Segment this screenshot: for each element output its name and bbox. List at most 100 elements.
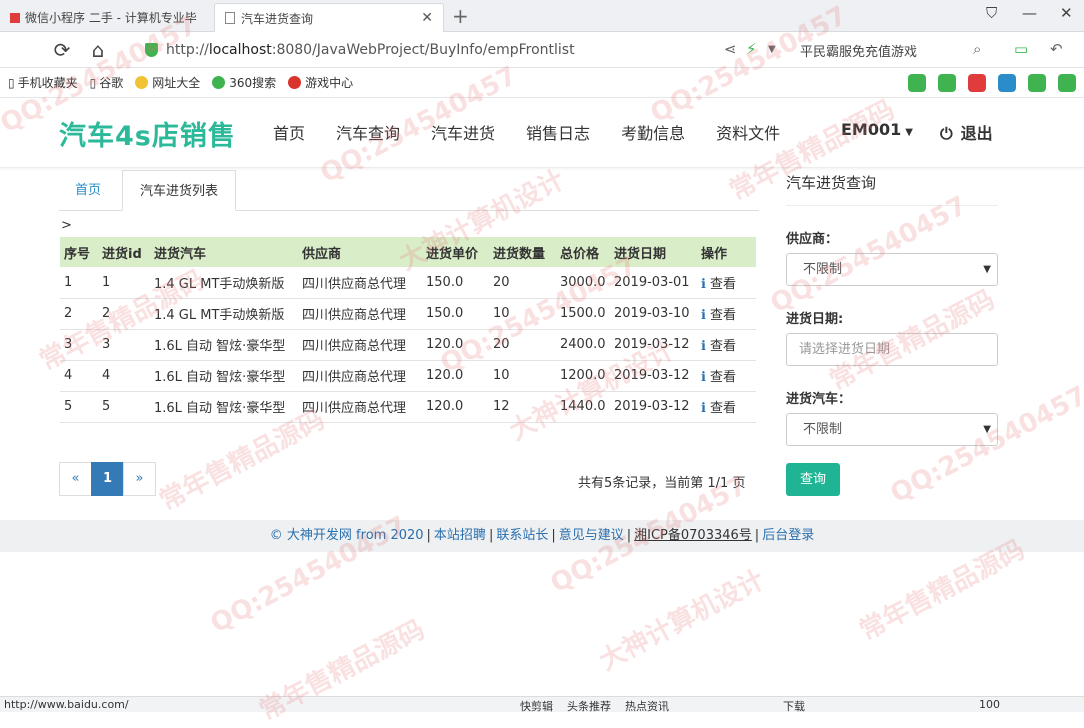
close-window-icon[interactable]: ✕ <box>1060 4 1073 22</box>
col-unit-price: 进货单价 <box>422 237 489 267</box>
view-link[interactable]: ℹ 查看 <box>697 360 756 392</box>
search-tool-icon[interactable] <box>998 74 1016 92</box>
supplier-select[interactable]: 不限制 ▼ <box>786 253 998 286</box>
status-url: http://www.baidu.com/ <box>4 698 129 711</box>
footer-icp-link[interactable]: 湘ICP备0703346号 <box>634 528 752 543</box>
query-button[interactable]: 查询 <box>786 463 840 496</box>
bookmark-google[interactable]: ▯ 谷歌 <box>90 74 124 91</box>
bookmark-label: 360搜索 <box>229 76 277 90</box>
view-link[interactable]: ℹ 查看 <box>697 391 756 423</box>
secure-shield-icon <box>145 43 158 57</box>
car-select[interactable]: 不限制 ▼ <box>786 413 998 446</box>
menu-attendance[interactable]: 考勤信息 <box>621 120 685 144</box>
pager-page-1[interactable]: 1 <box>91 462 124 496</box>
user-dropdown[interactable]: EM001 ▼ <box>841 120 913 139</box>
bookmark-mobile[interactable]: ▯ 手机收藏夹 <box>8 74 78 91</box>
gamepad-icon[interactable] <box>1028 74 1046 92</box>
breadcrumb-home[interactable]: 首页 <box>75 170 101 211</box>
currency-icon[interactable] <box>1058 74 1076 92</box>
col-id: 进货id <box>98 237 150 267</box>
tab-2-label: 汽车进货查询 <box>241 11 314 26</box>
breadcrumb-marker: > <box>61 218 72 233</box>
reload-icon[interactable]: ⟳ <box>50 38 74 62</box>
table-row: 4 4 1.6L 自动 智炫·豪华型 四川供应商总代理 120.0 10 120… <box>60 360 756 392</box>
tab-1-label: 微信小程序 二手 - 计算机专业毕 <box>25 11 197 25</box>
footer-link-feedback[interactable]: 意见与建议 <box>559 528 624 543</box>
footer-link-jobs[interactable]: 本站招聘 <box>434 528 486 543</box>
view-link[interactable]: ℹ 查看 <box>697 329 756 361</box>
breadcrumb-active[interactable]: 汽车进货列表 <box>122 170 236 211</box>
supplier-select-value: 不限制 <box>803 262 843 277</box>
table-header-row: 序号 进货id 进货汽车 供应商 进货单价 进货数量 总价格 进货日期 操作 <box>60 237 756 267</box>
cell-index: 1 <box>60 267 98 299</box>
cell-date: 2019-03-10 <box>610 298 697 330</box>
360-icon <box>212 76 226 89</box>
footer-admin-login[interactable]: 后台登录 <box>762 528 814 543</box>
browser-tab-1[interactable]: 微信小程序 二手 - 计算机专业毕 <box>0 3 212 32</box>
footer-copyright[interactable]: © 大神开发网 from 2020 <box>270 528 424 543</box>
pager-summary: 共有5条记录，当前第 1/1 页 <box>578 476 746 491</box>
info-icon: ℹ <box>701 276 706 292</box>
date-input[interactable]: 请选择进货日期 <box>786 333 998 366</box>
browser-statusbar: http://www.baidu.com/ 快剪辑 头条推荐 热点资讯 下载 1… <box>0 696 1084 713</box>
date-placeholder: 请选择进货日期 <box>799 342 891 357</box>
address-suggestion[interactable]: 平民霸服免充值游戏 <box>800 41 917 60</box>
cell-supplier: 四川供应商总代理 <box>298 391 422 423</box>
menu-home[interactable]: 首页 <box>273 120 305 144</box>
cell-quantity: 12 <box>489 391 556 423</box>
translate-icon[interactable] <box>938 74 956 92</box>
menu-sales-log[interactable]: 销售日志 <box>526 120 590 144</box>
bookmark-sites[interactable]: 网址大全 <box>135 74 200 91</box>
pager-next[interactable]: » <box>123 462 156 496</box>
purchase-table: 序号 进货id 进货汽车 供应商 进货单价 进货数量 总价格 进货日期 操作 1… <box>60 237 756 423</box>
cell-index: 3 <box>60 329 98 361</box>
game-icon <box>288 76 302 89</box>
info-icon: ℹ <box>701 339 706 354</box>
logout-link[interactable]: ⏻ 退出 <box>940 120 993 144</box>
footer-link-contact[interactable]: 联系站长 <box>496 528 548 543</box>
site-brand[interactable]: 汽车4s店销售 <box>59 114 236 153</box>
cell-car: 1.6L 自动 智炫·豪华型 <box>150 360 298 392</box>
address-bar: ⟳ ⌂ http://localhost:8080/JavaWebProject… <box>0 32 1084 68</box>
cell-date: 2019-03-01 <box>610 267 697 299</box>
cell-car: 1.4 GL MT手动焕新版 <box>150 298 298 330</box>
extension-icon[interactable] <box>908 74 926 92</box>
view-link[interactable]: ℹ 查看 <box>697 298 756 330</box>
select-arrow-icon: ▼ <box>983 424 991 435</box>
menu-documents[interactable]: 资料文件 <box>716 120 780 144</box>
minimize-icon[interactable]: — <box>1022 4 1037 22</box>
footer-separator: | <box>754 528 760 543</box>
select-arrow-icon: ▼ <box>983 264 991 275</box>
phone-icon: ▯ <box>8 75 15 90</box>
scissors-icon[interactable] <box>968 74 986 92</box>
cell-index: 2 <box>60 298 98 330</box>
url-field[interactable]: http://localhost:8080/JavaWebProject/Buy… <box>145 37 785 63</box>
pagination: « 1 » <box>59 462 156 496</box>
chevron-down-icon[interactable]: ▼ <box>768 44 776 55</box>
info-icon: ℹ <box>701 401 706 416</box>
close-tab-icon[interactable]: ✕ <box>421 10 433 26</box>
view-link[interactable]: ℹ 查看 <box>697 267 756 299</box>
toolbar-extensions <box>908 74 1076 92</box>
col-action: 操作 <box>697 237 756 267</box>
browser-tab-2[interactable]: 汽车进货查询 ✕ <box>214 3 444 32</box>
share-icon[interactable]: ⋖ <box>724 40 737 58</box>
bookmark-360[interactable]: 360搜索 <box>212 74 276 91</box>
bookmark-games[interactable]: 游戏中心 <box>288 74 353 91</box>
search-icon[interactable]: ⌕ <box>973 40 981 58</box>
col-quantity: 进货数量 <box>489 237 556 267</box>
undo-icon[interactable]: ↶ <box>1050 40 1063 58</box>
cell-car: 1.4 GL MT手动焕新版 <box>150 267 298 299</box>
shirt-icon[interactable]: ⛉ <box>986 4 997 22</box>
cell-quantity: 20 <box>489 267 556 299</box>
menu-car-purchase[interactable]: 汽车进货 <box>431 120 495 144</box>
lightning-icon[interactable]: ⚡ <box>746 40 757 58</box>
new-tab-icon[interactable]: + <box>452 4 469 28</box>
pager-prev[interactable]: « <box>59 462 92 496</box>
site-footer: © 大神开发网 from 2020 | 本站招聘 | 联系站长 | 意见与建议 | 湘ICP备0… <box>0 520 1084 552</box>
cell-unit-price: 150.0 <box>422 298 489 330</box>
menu-car-query[interactable]: 汽车查询 <box>336 120 400 144</box>
footer-separator: | <box>488 528 494 543</box>
home-icon[interactable]: ⌂ <box>86 38 110 62</box>
bookmark-label: 网址大全 <box>152 76 201 90</box>
